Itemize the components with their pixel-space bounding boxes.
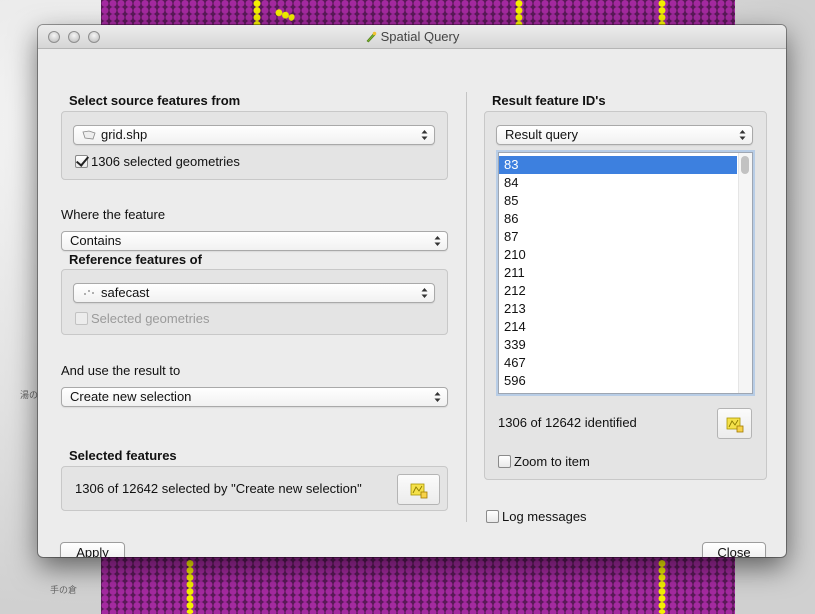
where-label: Where the feature	[61, 207, 166, 222]
use-result-label: And use the result to	[61, 363, 181, 378]
result-id-item[interactable]: 596	[499, 372, 737, 390]
result-ids-list[interactable]: 83 84 85 86 87 210 211 212 213 214 339 467 596	[498, 152, 753, 394]
result-action-combo[interactable]: Create new selection	[61, 387, 448, 407]
source-selected-option[interactable]: 1306 selected geometries	[75, 154, 240, 169]
selected-features-heading: Selected features	[69, 448, 177, 463]
result-id-item[interactable]: 339	[499, 336, 737, 354]
map-place-label: 湯の	[20, 390, 39, 400]
selected-hex-path	[515, 0, 523, 28]
chevron-updown-icon	[434, 392, 441, 402]
spatial-query-icon	[366, 31, 376, 43]
zoom-to-item-button[interactable]	[717, 408, 752, 439]
reference-selected-option[interactable]: Selected geometries	[75, 311, 210, 326]
result-id-item[interactable]: 467	[499, 354, 737, 372]
list-scroll-thumb[interactable]	[741, 156, 749, 174]
operator-combo[interactable]: Contains	[61, 231, 448, 251]
source-heading: Select source features from	[69, 93, 241, 108]
zoom-to-item-label: Zoom to item	[514, 454, 590, 469]
chevron-updown-icon	[421, 288, 428, 298]
list-scrollbar[interactable]	[738, 153, 752, 393]
selected-hex-path	[658, 560, 666, 614]
result-id-item[interactable]: 214	[499, 318, 737, 336]
apply-button[interactable]: Apply	[60, 542, 125, 557]
operator-value: Contains	[70, 233, 122, 248]
zoom-to-item-checkbox[interactable]	[498, 455, 511, 468]
result-id-item[interactable]: 84	[499, 174, 737, 192]
source-layer-combo[interactable]: grid.shp	[73, 125, 435, 145]
map-place-label: 手の倉	[50, 585, 78, 595]
result-id-item[interactable]: 86	[499, 210, 737, 228]
close-button[interactable]: Close	[702, 542, 766, 557]
result-id-item[interactable]: 210	[499, 246, 737, 264]
identified-summary: 1306 of 12642 identified	[498, 415, 637, 430]
spatial-query-dialog: Spatial Query Select source features fro…	[38, 25, 786, 557]
log-messages-label: Log messages	[502, 509, 587, 524]
result-id-item[interactable]: 83	[499, 156, 737, 174]
source-groupbox	[61, 111, 448, 180]
log-messages-checkbox[interactable]	[486, 510, 499, 523]
point-layer-icon	[84, 290, 94, 295]
window-title: Spatial Query	[380, 29, 460, 44]
result-id-item[interactable]: 211	[499, 264, 737, 282]
source-selected-label: 1306 selected geometries	[91, 154, 240, 169]
result-id-item[interactable]: 212	[499, 282, 737, 300]
source-layer-value: grid.shp	[101, 127, 148, 142]
result-ids-heading: Result feature ID's	[492, 93, 606, 108]
zoom-to-item-option[interactable]: Zoom to item	[498, 454, 590, 469]
title-bar: Spatial Query	[38, 25, 786, 49]
log-messages-option[interactable]: Log messages	[486, 509, 587, 524]
result-query-combo[interactable]: Result query	[496, 125, 753, 145]
result-action-value: Create new selection	[70, 389, 192, 404]
selected-hex-path	[274, 7, 296, 23]
source-selected-checkbox[interactable]	[75, 155, 88, 168]
chevron-updown-icon	[421, 130, 428, 140]
selected-hex-path	[186, 560, 194, 614]
minimize-window-button[interactable]	[68, 31, 80, 43]
zoom-to-item-icon	[726, 417, 743, 432]
result-id-item[interactable]: 87	[499, 228, 737, 246]
chevron-updown-icon	[739, 130, 746, 140]
result-query-value: Result query	[505, 127, 578, 142]
panel-separator	[466, 92, 467, 522]
reference-layer-combo[interactable]: safecast	[73, 283, 435, 303]
selected-hex-path	[658, 0, 666, 28]
polygon-layer-icon	[82, 130, 96, 140]
dialog-content: Select source features from grid.shp 130…	[38, 50, 786, 557]
close-window-button[interactable]	[48, 31, 60, 43]
result-id-item[interactable]: 213	[499, 300, 737, 318]
zoom-to-selection-button[interactable]	[397, 474, 440, 505]
reference-layer-value: safecast	[101, 285, 150, 300]
reference-heading: Reference features of	[69, 252, 202, 267]
chevron-updown-icon	[434, 236, 441, 246]
reference-selected-checkbox[interactable]	[75, 312, 88, 325]
result-id-item[interactable]: 85	[499, 192, 737, 210]
reference-selected-label: Selected geometries	[91, 311, 210, 326]
zoom-to-selection-icon	[410, 483, 427, 498]
selected-summary: 1306 of 12642 selected by "Create new se…	[75, 481, 362, 496]
zoom-window-button[interactable]	[88, 31, 100, 43]
